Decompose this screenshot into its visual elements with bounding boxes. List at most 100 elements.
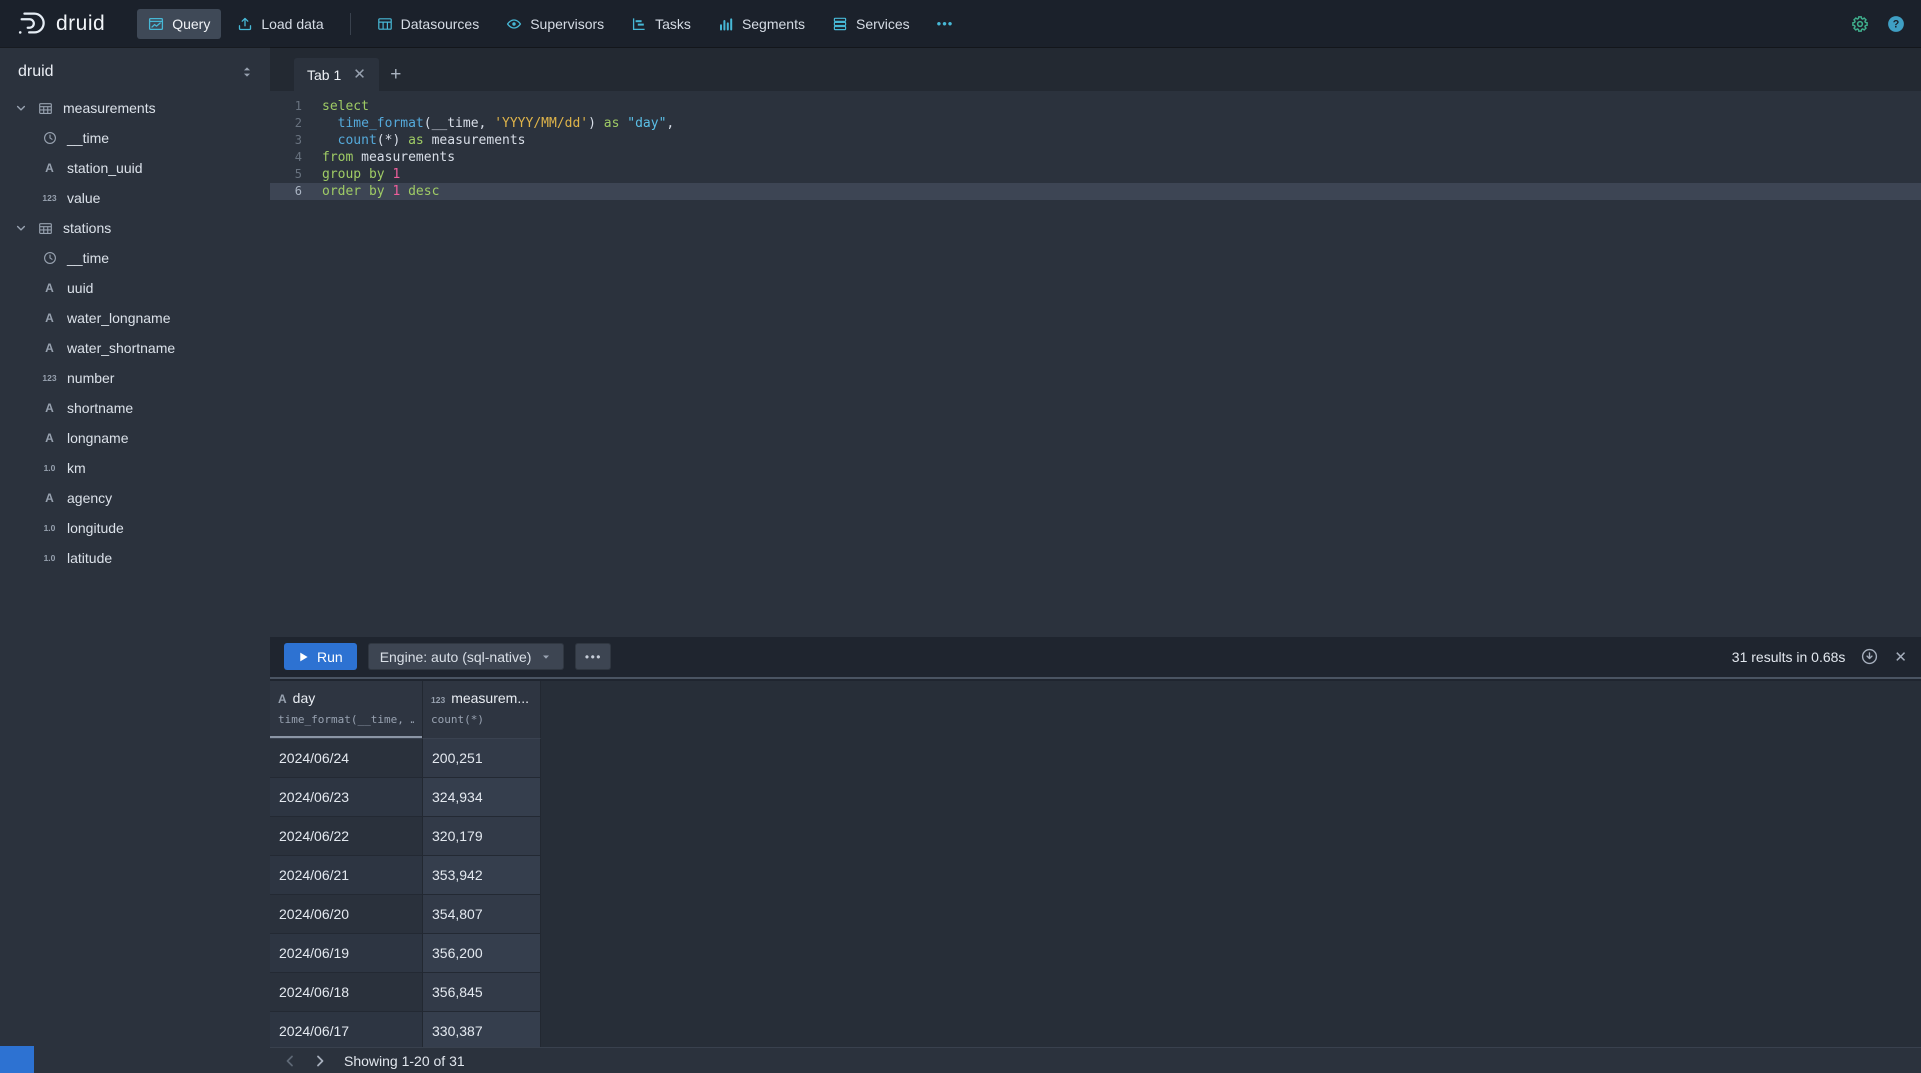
- query-more-button[interactable]: •••: [575, 643, 611, 670]
- results-header: Aday time_format(__time, … 123measurem...c…: [270, 681, 1921, 739]
- sidebar-column-longitude[interactable]: 1.0longitude: [0, 513, 270, 543]
- column-header-measurem[interactable]: 123measurem...count(*): [423, 681, 541, 739]
- brand[interactable]: druid: [16, 10, 105, 37]
- navbar-right: ?: [1851, 15, 1905, 33]
- sidebar-column-station-uuid[interactable]: Astation_uuid: [0, 153, 270, 183]
- table-row: 2024/06/22320,179: [270, 817, 1921, 856]
- string-icon: A: [40, 342, 59, 354]
- line-number: 6: [270, 183, 316, 200]
- table-cell[interactable]: 356,845: [423, 973, 541, 1012]
- schema-header[interactable]: druid: [0, 51, 270, 93]
- table-row: 2024/06/18356,845: [270, 973, 1921, 1012]
- table-cell[interactable]: 2024/06/21: [270, 856, 423, 895]
- results-info: 31 results in 0.68s: [1732, 649, 1846, 665]
- tab-label: Tab 1: [307, 67, 341, 83]
- nav-item-load-data[interactable]: Load data: [226, 9, 334, 39]
- table-cell[interactable]: 353,942: [423, 856, 541, 895]
- sidebar-column-value[interactable]: 123value: [0, 183, 270, 213]
- column-expression: time_format(__time, …: [278, 713, 414, 726]
- table-cell[interactable]: 330,387: [423, 1012, 541, 1047]
- sidebar-column-number[interactable]: 123number: [0, 363, 270, 393]
- tab-tab1[interactable]: Tab 1 ✕: [294, 58, 379, 91]
- string-icon: A: [40, 312, 59, 324]
- sidebar-column-agency[interactable]: Aagency: [0, 483, 270, 513]
- download-results-icon[interactable]: [1861, 648, 1878, 665]
- table-cell[interactable]: 2024/06/23: [270, 778, 423, 817]
- column-name: Aday: [278, 690, 414, 706]
- string-icon: A: [40, 492, 59, 504]
- nav-item-label: Supervisors: [530, 16, 604, 32]
- double-caret-vertical-icon[interactable]: [240, 65, 254, 79]
- sidebar-column-longname[interactable]: Alongname: [0, 423, 270, 453]
- run-button[interactable]: Run: [284, 643, 357, 670]
- next-page-button[interactable]: [306, 1049, 334, 1073]
- sidebar-column-time[interactable]: __time: [0, 123, 270, 153]
- nav-item-segments[interactable]: Segments: [707, 9, 816, 39]
- nav-item-datasources[interactable]: Datasources: [366, 9, 491, 39]
- sql-editor[interactable]: 1select2 time_format(__time, 'YYYY/MM/dd…: [270, 91, 1921, 637]
- column-name: agency: [67, 490, 112, 506]
- time-icon: [40, 131, 59, 145]
- nav-item-services[interactable]: Services: [821, 9, 921, 39]
- string-icon: A: [40, 432, 59, 444]
- query-icon: [148, 16, 164, 32]
- bottom-left-blue-badge[interactable]: [0, 1046, 34, 1073]
- help-icon[interactable]: ?: [1887, 15, 1905, 33]
- line-number: 3: [270, 132, 316, 149]
- code-text: time_format(__time, 'YYYY/MM/dd') as "da…: [322, 115, 674, 132]
- table-cell[interactable]: 356,200: [423, 934, 541, 973]
- table-cell[interactable]: 2024/06/17: [270, 1012, 423, 1047]
- settings-gear-icon[interactable]: [1851, 15, 1869, 33]
- sidebar-column-water-shortname[interactable]: Awater_shortname: [0, 333, 270, 363]
- nav-item-label: Services: [856, 16, 910, 32]
- nav-item-query[interactable]: Query: [137, 9, 221, 39]
- segments-icon: [718, 16, 734, 32]
- code-text: count(*) as measurements: [322, 132, 526, 149]
- code-line-5: 5group by 1: [270, 166, 1921, 183]
- table-cell[interactable]: 200,251: [423, 739, 541, 778]
- table-icon: [36, 221, 55, 236]
- float-icon: 1.0: [40, 524, 59, 533]
- line-number: 4: [270, 149, 316, 166]
- table-row: 2024/06/20354,807: [270, 895, 1921, 934]
- column-header-day[interactable]: Aday time_format(__time, …: [270, 681, 423, 739]
- caret-down-icon: [540, 651, 552, 663]
- sidebar-column-shortname[interactable]: Ashortname: [0, 393, 270, 423]
- new-tab-button[interactable]: +: [379, 58, 413, 91]
- column-name: shortname: [67, 400, 133, 416]
- tab-close-icon[interactable]: ✕: [353, 67, 366, 82]
- table-cell[interactable]: 2024/06/22: [270, 817, 423, 856]
- table-cell[interactable]: 2024/06/24: [270, 739, 423, 778]
- more-icon: •••: [937, 17, 954, 30]
- nav-item-label: Tasks: [655, 16, 691, 32]
- table-cell[interactable]: 2024/06/19: [270, 934, 423, 973]
- column-name: latitude: [67, 550, 112, 566]
- table-cell[interactable]: 2024/06/20: [270, 895, 423, 934]
- sidebar-column-latitude[interactable]: 1.0latitude: [0, 543, 270, 573]
- nav-item-more[interactable]: •••: [926, 9, 965, 39]
- table-name: measurements: [63, 100, 156, 116]
- column-name: __time: [67, 130, 109, 146]
- table-cell[interactable]: 2024/06/18: [270, 973, 423, 1012]
- nav-item-supervisors[interactable]: Supervisors: [495, 9, 615, 39]
- table-cell[interactable]: 320,179: [423, 817, 541, 856]
- sidebar-column-water-longname[interactable]: Awater_longname: [0, 303, 270, 333]
- column-name: uuid: [67, 280, 93, 296]
- table-cell[interactable]: 324,934: [423, 778, 541, 817]
- sidebar-column-uuid[interactable]: Auuid: [0, 273, 270, 303]
- code-line-4: 4from measurements: [270, 149, 1921, 166]
- sidebar-table-measurements[interactable]: measurements: [0, 93, 270, 123]
- navbar: druid QueryLoad data Datasources Superviso…: [0, 0, 1921, 47]
- schema-sidebar: druid measurements__timeAstation_uuid123…: [0, 47, 270, 1073]
- schema-tree: measurements__timeAstation_uuid123values…: [0, 93, 270, 573]
- sidebar-column-km[interactable]: 1.0km: [0, 453, 270, 483]
- sidebar-table-stations[interactable]: stations: [0, 213, 270, 243]
- close-results-icon[interactable]: ✕: [1894, 648, 1907, 666]
- engine-label: Engine: auto (sql-native): [380, 649, 532, 665]
- tasks-icon: [631, 16, 647, 32]
- table-cell[interactable]: 354,807: [423, 895, 541, 934]
- sidebar-column-time[interactable]: __time: [0, 243, 270, 273]
- prev-page-button[interactable]: [276, 1049, 304, 1073]
- nav-item-tasks[interactable]: Tasks: [620, 9, 702, 39]
- engine-select[interactable]: Engine: auto (sql-native): [368, 643, 565, 670]
